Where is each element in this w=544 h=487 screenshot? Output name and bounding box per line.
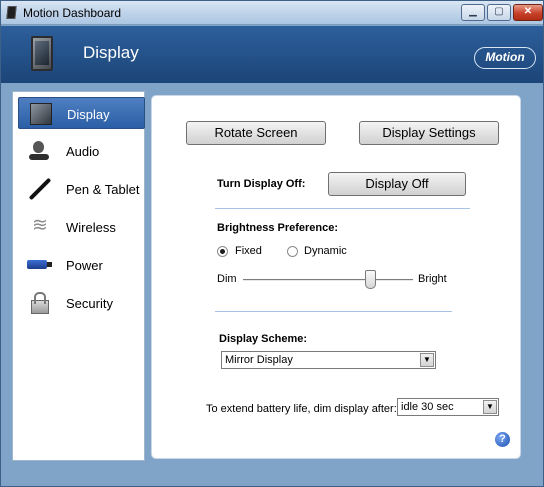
display-scheme-value: Mirror Display (225, 354, 293, 366)
divider (215, 311, 452, 312)
sidebar-item-label: Wireless (66, 220, 116, 235)
dim-display-label: To extend battery life, dim display afte… (206, 403, 397, 415)
audio-icon (29, 140, 51, 162)
power-icon (27, 254, 52, 276)
close-icon: ✕ (523, 6, 533, 17)
help-icon[interactable]: ? (495, 432, 510, 447)
close-button[interactable]: ✕ (513, 4, 543, 21)
dynamic-radio-label: Dynamic (304, 245, 347, 257)
sidebar-item-pen-tablet[interactable]: Pen & Tablet (18, 173, 145, 205)
window-bottom-border (1, 468, 543, 486)
title-bar: Motion Dashboard ▁ ▢ ✕ (1, 1, 543, 25)
display-scheme-select[interactable]: Mirror Display ▼ (221, 351, 436, 369)
fixed-radio-label: Fixed (235, 245, 262, 257)
sidebar: Display Audio Pen & Tablet ≋ Wireless Po… (12, 91, 145, 461)
window-title: Motion Dashboard (23, 6, 122, 20)
sidebar-item-power[interactable]: Power (18, 249, 145, 281)
display-settings-button[interactable]: Display Settings (359, 121, 499, 145)
minimize-button[interactable]: ▁ (461, 4, 485, 21)
sidebar-item-label: Power (66, 258, 103, 273)
display-icon (30, 103, 52, 125)
display-settings-panel: Rotate Screen Display Settings Turn Disp… (151, 95, 521, 459)
sidebar-item-label: Security (66, 296, 113, 311)
chevron-down-icon[interactable]: ▼ (483, 400, 497, 414)
sidebar-item-display[interactable]: Display (18, 97, 145, 129)
bright-label: Bright (418, 273, 447, 285)
brand-logo: Motion (474, 47, 536, 69)
sidebar-item-wireless[interactable]: ≋ Wireless (18, 211, 145, 243)
minimize-icon: ▁ (469, 6, 477, 17)
display-icon (31, 36, 53, 71)
brightness-label: Brightness Preference: (217, 222, 339, 234)
brightness-slider-thumb[interactable] (365, 270, 376, 289)
page-header: Display Motion (1, 26, 543, 83)
rotate-screen-button[interactable]: Rotate Screen (186, 121, 326, 145)
turn-display-off-label: Turn Display Off: (217, 178, 306, 190)
maximize-icon: ▢ (494, 6, 504, 17)
maximize-button[interactable]: ▢ (487, 4, 511, 21)
display-scheme-label: Display Scheme: (219, 333, 308, 345)
chevron-down-icon[interactable]: ▼ (420, 353, 434, 367)
dim-label: Dim (217, 273, 237, 285)
pen-icon (29, 178, 51, 200)
display-off-button[interactable]: Display Off (328, 172, 466, 196)
sidebar-item-label: Pen & Tablet (66, 182, 140, 197)
wireless-icon: ≋ (32, 215, 48, 236)
sidebar-item-label: Display (67, 107, 110, 122)
page-title: Display (83, 43, 139, 62)
sidebar-item-label: Audio (66, 144, 100, 159)
dim-display-value: idle 30 sec (401, 401, 454, 413)
divider (215, 208, 470, 209)
fixed-radio[interactable] (217, 246, 228, 257)
app-window: Motion Dashboard ▁ ▢ ✕ Display Motion Di… (0, 0, 544, 487)
dynamic-radio[interactable] (287, 246, 298, 257)
dim-display-select[interactable]: idle 30 sec ▼ (397, 398, 499, 416)
sidebar-item-security[interactable]: Security (18, 287, 145, 319)
brightness-slider-track[interactable] (243, 279, 413, 281)
lock-icon (29, 292, 51, 314)
tablet-app-icon (6, 6, 17, 19)
sidebar-item-audio[interactable]: Audio (18, 135, 145, 167)
